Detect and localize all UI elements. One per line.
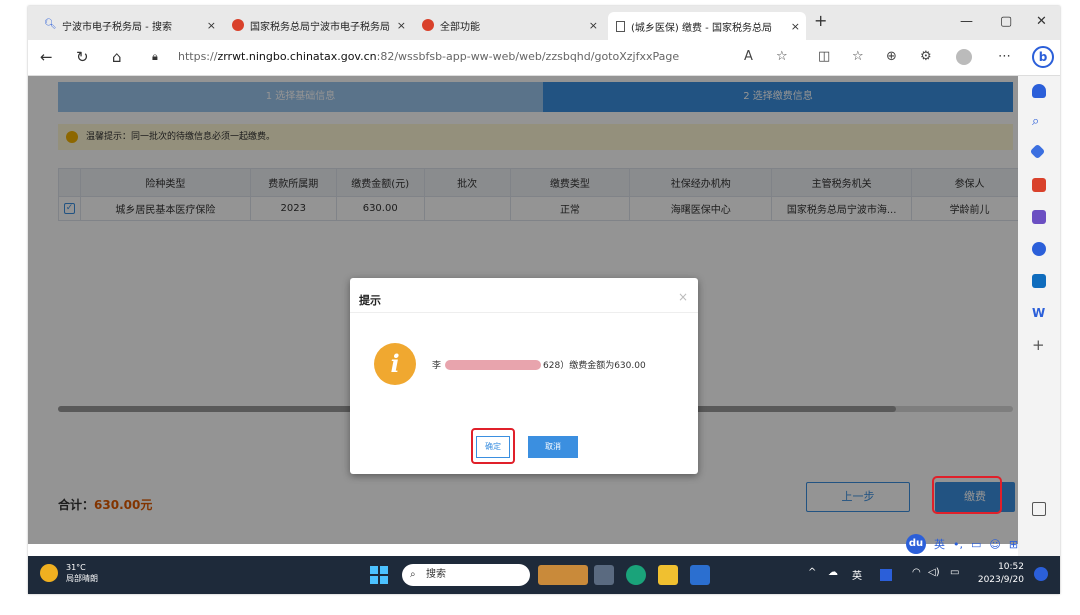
page-icon — [616, 20, 625, 32]
notification-icon[interactable] — [1034, 567, 1048, 581]
close-icon[interactable]: × — [589, 19, 598, 32]
back-icon[interactable]: ← — [40, 48, 53, 66]
confirm-button[interactable]: 确定 — [476, 436, 510, 458]
file-explorer-icon[interactable] — [658, 565, 678, 585]
home-icon[interactable]: ⌂ — [112, 48, 122, 66]
user-icon[interactable]: ☺ — [989, 538, 1000, 551]
search-icon: ⌕ — [410, 569, 416, 580]
widget-app-icon[interactable] — [538, 565, 588, 585]
profile-avatar[interactable] — [956, 49, 972, 65]
search-icon: 🔍︎ — [44, 19, 57, 30]
redacted-mask — [445, 359, 542, 370]
designer-icon[interactable]: W — [1032, 306, 1046, 320]
dialog-title: 提示 — [359, 294, 381, 307]
new-tab-icon[interactable]: + — [814, 11, 827, 30]
emblem-icon — [422, 19, 434, 31]
restore-icon[interactable]: ▢ — [1000, 14, 1012, 29]
close-icon[interactable]: × — [397, 19, 406, 32]
tab-tax-bureau[interactable]: 国家税务总局宁波市电子税务局 × — [224, 12, 412, 38]
edge-icon[interactable] — [626, 565, 646, 585]
close-window-icon[interactable]: ✕ — [1036, 14, 1047, 29]
outlook-icon[interactable] — [1032, 274, 1046, 288]
taskbar-search[interactable]: ⌕ 搜索 — [402, 564, 530, 586]
baidu-tray-icon[interactable] — [880, 569, 892, 581]
wifi-icon[interactable]: ◠ — [912, 567, 921, 578]
keyboard-icon[interactable]: ▭ — [971, 538, 981, 551]
task-view-icon[interactable] — [594, 565, 614, 585]
screenshot: 🔍︎ 宁波市电子税务局 - 搜索 × 国家税务总局宁波市电子税务局 × 全部功能… — [28, 6, 1060, 594]
tab-bar: 🔍︎ 宁波市电子税务局 - 搜索 × 国家税务总局宁波市电子税务局 × 全部功能… — [28, 6, 1060, 40]
collections-icon[interactable]: ⊕ — [886, 49, 897, 64]
ime-lang[interactable]: 英 — [934, 536, 945, 552]
ime-toolbar[interactable]: du 英 •, ▭ ☺ ⊞ — [906, 533, 1056, 555]
favorite-icon[interactable]: ☆ — [776, 49, 788, 64]
info-icon: i — [374, 343, 416, 385]
cancel-button[interactable]: 取消 — [528, 436, 578, 458]
baidu-ime-icon[interactable]: du — [906, 534, 926, 554]
read-aloud-icon[interactable]: A — [744, 49, 753, 64]
grid-icon[interactable]: ⊞ — [1009, 538, 1018, 551]
onedrive-icon[interactable]: ☁ — [828, 567, 838, 578]
minimize-icon[interactable]: — — [960, 14, 973, 29]
battery-icon[interactable]: ▭ — [950, 567, 959, 578]
favorites-icon[interactable]: ☆ — [852, 49, 864, 64]
clock[interactable]: 10:52 2023/9/20 — [978, 561, 1024, 587]
tag-icon[interactable] — [1029, 143, 1046, 160]
emblem-icon — [232, 19, 244, 31]
edge-sidebar: ⌕ W + — [1018, 76, 1060, 556]
office-icon[interactable] — [1032, 242, 1046, 256]
bing-icon[interactable]: b — [1032, 46, 1054, 68]
refresh-icon[interactable]: ↻ — [76, 48, 89, 66]
chevron-up-icon[interactable]: ^ — [808, 567, 816, 578]
tab-payment[interactable]: (城乡医保) 缴费 - 国家税务总局 × — [608, 12, 806, 40]
punctuation-icon[interactable]: •, — [953, 538, 963, 551]
dialog-message: 李 628）缴费金额为630.00 — [432, 359, 646, 371]
weather-icon — [40, 564, 58, 582]
close-icon[interactable]: × — [678, 290, 688, 304]
sidebar-settings-icon[interactable] — [1032, 502, 1046, 516]
address-bar: ← ↻ ⌂ 🔒︎ https://zrrwt.ningbo.chinatax.g… — [28, 40, 1060, 76]
url-field[interactable]: https://zrrwt.ningbo.chinatax.gov.cn:82/… — [178, 50, 679, 63]
tray-lang[interactable]: 英 — [852, 567, 862, 582]
games-icon[interactable] — [1032, 210, 1046, 224]
split-screen-icon[interactable]: ◫ — [818, 49, 830, 64]
close-icon[interactable]: × — [791, 20, 800, 33]
extensions-icon[interactable]: ⚙ — [920, 49, 932, 64]
more-icon[interactable]: ⋯ — [998, 49, 1011, 64]
taskbar: 31°C 局部晴朗 ⌕ 搜索 ^ ☁ 英 ◠ ◁) ▭ 10:52 2023/9/20 — [28, 556, 1060, 594]
confirm-dialog: 提示 × i 李 628）缴费金额为630.00 确定 取消 — [350, 278, 698, 474]
bell-icon[interactable] — [1032, 84, 1046, 98]
tab-all-functions[interactable]: 全部功能 × — [414, 12, 604, 38]
add-icon[interactable]: + — [1032, 336, 1046, 354]
tab-search[interactable]: 🔍︎ 宁波市电子税务局 - 搜索 × — [36, 12, 222, 38]
volume-icon[interactable]: ◁) — [928, 567, 940, 578]
start-icon[interactable] — [370, 566, 388, 584]
search-icon[interactable]: ⌕ — [1032, 114, 1046, 129]
page-content: 1 选择基础信息 2 选择缴费信息 温馨提示：同一批次的待缴信息必须一起缴费。 … — [28, 76, 1018, 556]
mail-icon[interactable] — [690, 565, 710, 585]
lock-icon[interactable]: 🔒︎ — [152, 50, 158, 64]
pay-highlight-box — [932, 476, 1002, 514]
close-icon[interactable]: × — [207, 19, 216, 32]
toolbox-icon[interactable] — [1032, 178, 1046, 192]
